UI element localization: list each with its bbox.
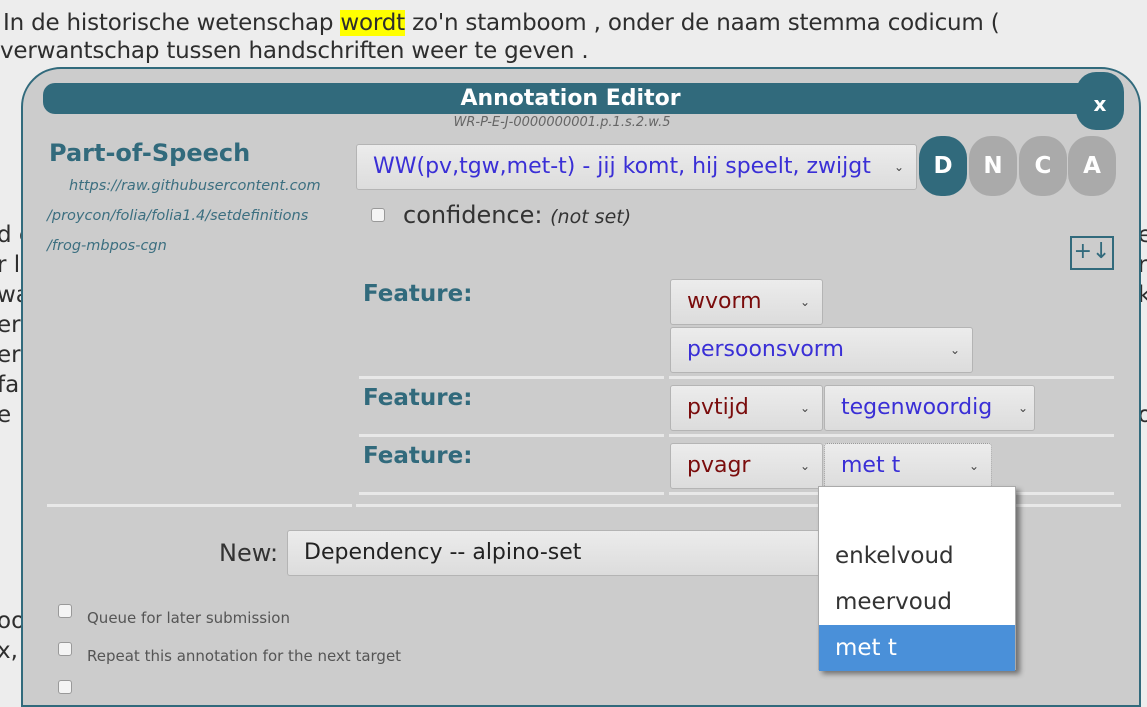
feature-value-select[interactable]: persoonsvorm ⌄: [670, 327, 973, 373]
chevron-down-icon: ⌄: [799, 295, 810, 309]
mode-button-a[interactable]: A: [1068, 136, 1116, 196]
option-checkbox[interactable]: [58, 680, 72, 694]
confidence-label: confidence: (not set): [403, 201, 631, 229]
highlighted-word[interactable]: wordt: [340, 10, 405, 36]
repeat-checkbox[interactable]: [58, 642, 72, 656]
add-feature-button[interactable]: +↓: [1070, 236, 1114, 270]
set-url-line: /proycon/folia/folia1.4/setdefinitions: [47, 208, 309, 224]
new-annotation-value: Dependency -- alpino-set: [304, 540, 582, 565]
chevron-down-icon: ⌄: [1017, 401, 1028, 415]
chevron-down-icon: ⌄: [799, 459, 810, 473]
class-select-value: WW(pv,tgw,met-t) - jij komt, hij speelt,…: [373, 154, 871, 179]
set-url-line: https://raw.githubusercontent.com: [69, 178, 321, 194]
document-line-1: In de historische wetenschap wordt zo'n …: [3, 10, 1000, 36]
divider: [669, 434, 1114, 437]
chevron-down-icon: ⌄: [968, 459, 979, 473]
document-fragment: r l: [0, 252, 21, 278]
new-annotation-select[interactable]: Dependency -- alpino-set: [287, 530, 847, 576]
confidence-value: (not set): [550, 206, 632, 228]
dropdown-option-selected[interactable]: met t: [819, 625, 1015, 671]
feature-subset-value: wvorm: [687, 289, 762, 314]
chevron-down-icon: ⌄: [893, 160, 904, 174]
text-span: In de historische wetenschap: [3, 10, 341, 36]
feature-label: Feature:: [363, 385, 473, 411]
divider: [359, 376, 664, 379]
feature-value-select-focused[interactable]: met t ⌄: [824, 443, 992, 489]
feature-subset-value: pvtijd: [687, 395, 749, 420]
confidence-checkbox[interactable]: [371, 208, 385, 222]
class-select[interactable]: WW(pv,tgw,met-t) - jij komt, hij speelt,…: [356, 144, 917, 190]
dropdown-option[interactable]: enkelvoud: [819, 533, 1015, 579]
divider: [359, 434, 664, 437]
feature-value: met t: [841, 453, 901, 478]
chevron-down-icon: ⌄: [799, 401, 810, 415]
feature-value: tegenwoordig: [841, 395, 993, 420]
target-id: WR-P-E-J-0000000001.p.1.s.2.w.5: [453, 115, 671, 130]
document-fragment: x,: [0, 638, 18, 664]
feature-subset-value: pvagr: [687, 453, 751, 478]
document-fragment: er: [0, 342, 21, 368]
document-fragment: e: [0, 402, 12, 428]
mode-button-c[interactable]: C: [1019, 136, 1067, 196]
confidence-label-text: confidence:: [403, 201, 543, 229]
dropdown-option-empty[interactable]: [819, 487, 1015, 533]
document-line-2: verwantschap tussen handschriften weer t…: [0, 38, 589, 64]
feature-subset-select[interactable]: pvagr ⌄: [670, 443, 823, 489]
queue-checkbox[interactable]: [58, 604, 72, 618]
feature-subset-select[interactable]: pvtijd ⌄: [670, 385, 823, 431]
mode-button-d[interactable]: D: [919, 136, 967, 196]
feature-subset-select[interactable]: wvorm ⌄: [670, 279, 823, 325]
dialog-title[interactable]: Annotation Editor: [43, 83, 1098, 114]
new-label: New:: [219, 539, 279, 567]
text-span: zo'n stamboom , onder de naam stemma cod…: [404, 10, 1000, 36]
divider: [359, 492, 664, 495]
repeat-label: Repeat this annotation for the next targ…: [87, 647, 402, 665]
feature-value-dropdown: enkelvoud meervoud met t: [818, 486, 1016, 671]
annotation-type-title: Part-of-Speech: [49, 139, 251, 167]
mode-button-n[interactable]: N: [969, 136, 1017, 196]
feature-value-select[interactable]: tegenwoordig ⌄: [824, 385, 1035, 431]
queue-label: Queue for later submission: [87, 609, 290, 627]
divider: [47, 504, 352, 507]
feature-label: Feature:: [363, 281, 473, 307]
dropdown-option[interactable]: meervoud: [819, 579, 1015, 625]
set-url-line: /frog-mbpos-cgn: [47, 238, 167, 254]
chevron-down-icon: ⌄: [949, 343, 960, 357]
feature-value: persoonsvorm: [687, 337, 844, 362]
feature-label: Feature:: [363, 443, 473, 469]
divider: [669, 376, 1114, 379]
